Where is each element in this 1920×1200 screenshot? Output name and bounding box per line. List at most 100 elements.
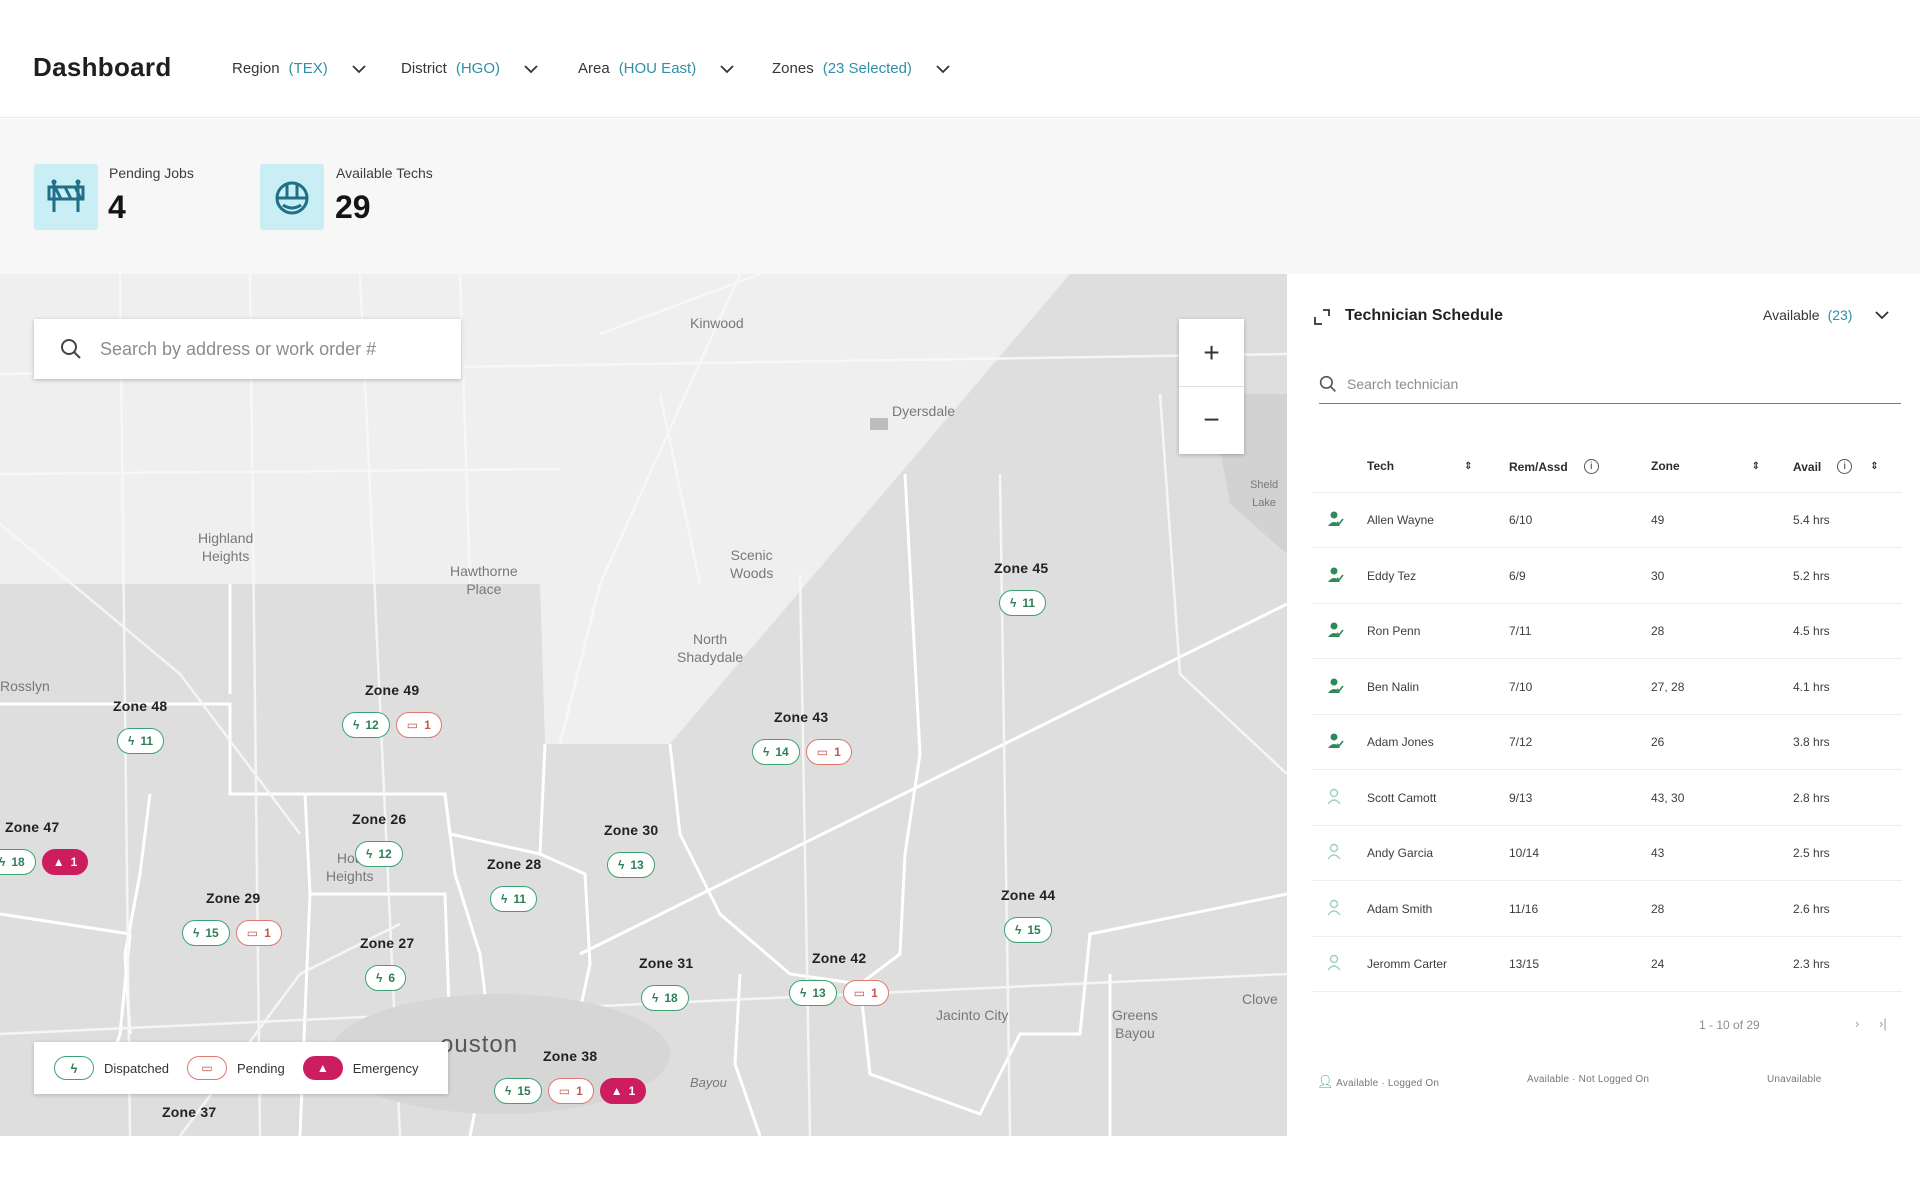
emergency-badge[interactable]: ▲ 1	[599, 1078, 647, 1104]
table-row[interactable]: Scott Camott 9/13 43, 30 2.8 hrs	[1312, 771, 1902, 826]
calendar-icon: ▭	[853, 986, 866, 1000]
person-check-icon	[1328, 622, 1344, 637]
warning-icon: ▲	[52, 855, 65, 869]
table-row[interactable]: Adam Smith 11/16 28 2.6 hrs	[1312, 882, 1902, 937]
dispatched-badge[interactable]: ϟ 11	[999, 590, 1047, 616]
zone-29-badges[interactable]: ϟ 15 ▭ 1	[182, 920, 282, 946]
column-zone[interactable]: Zone ⇕	[1651, 459, 1760, 473]
tech-avail: 5.4 hrs	[1793, 513, 1830, 527]
zoom-in-button[interactable]: +	[1179, 319, 1244, 386]
pending-badge[interactable]: ▭ 1	[235, 920, 282, 946]
legend-pending: ▭ Pending	[187, 1056, 285, 1080]
zone-45-label: Zone 45	[994, 560, 1049, 576]
emergency-badge[interactable]: ▲ 1	[41, 849, 89, 875]
zones-filter[interactable]: Zones (23 Selected)	[772, 60, 951, 77]
zone-30-badges[interactable]: ϟ 13	[607, 852, 655, 878]
tech-avail: 2.5 hrs	[1793, 846, 1830, 860]
zone-31-badges[interactable]: ϟ 18	[641, 985, 689, 1011]
column-avail[interactable]: Avail i ⇕	[1793, 459, 1879, 474]
table-row[interactable]: Eddy Tez 6/9 30 5.2 hrs	[1312, 549, 1902, 604]
region-filter-label: Region	[232, 60, 280, 77]
table-row[interactable]: Jeromm Carter 13/15 24 2.3 hrs	[1312, 937, 1902, 992]
dispatched-badge[interactable]: ϟ 13	[607, 852, 655, 878]
tech-zone: 30	[1651, 568, 1665, 583]
dispatched-badge[interactable]: ϟ 18	[0, 849, 36, 875]
dispatched-badge[interactable]: ϟ 15	[494, 1078, 542, 1104]
zone-map[interactable]: Kinwood Dyersdale Highland Heights Hawth…	[0, 274, 1287, 1136]
table-row[interactable]: Ben Nalin 7/10 27, 28 4.1 hrs	[1312, 660, 1902, 715]
tech-zone: 43, 30	[1651, 790, 1685, 805]
zone-43-badges[interactable]: ϟ 14 ▭ 1	[752, 739, 852, 765]
availability-filter[interactable]: Available (23)	[1763, 307, 1890, 323]
tech-name: Scott Camott	[1367, 790, 1437, 805]
bottom-strip	[0, 1136, 1920, 1200]
bolt-icon: ϟ	[800, 986, 807, 1000]
dispatched-badge[interactable]: ϟ 13	[789, 980, 837, 1006]
column-tech[interactable]: Tech ⇕	[1367, 459, 1473, 473]
zone-45-badges[interactable]: ϟ 11	[999, 590, 1047, 616]
dispatched-badge[interactable]: ϟ 14	[752, 739, 800, 765]
technician-schedule-panel: Technician Schedule Available (23) Tech …	[1287, 274, 1920, 1136]
place-cloverleaf: Clove	[1242, 991, 1278, 1007]
technician-search[interactable]	[1319, 364, 1901, 404]
bolt-icon: ϟ	[763, 745, 770, 759]
legend-emergency: ▲ Emergency	[302, 1056, 419, 1080]
top-header: Dashboard Region (TEX) District (HGO) Ar…	[0, 0, 1920, 118]
zone-44-badges[interactable]: ϟ 15	[1004, 917, 1052, 943]
dispatched-badge[interactable]: ϟ 11	[490, 886, 538, 912]
tech-zone: 26	[1651, 735, 1665, 749]
expand-icon[interactable]	[1313, 308, 1331, 326]
column-rem-assd[interactable]: Rem/Assd i	[1509, 459, 1599, 474]
place-bayou: Bayou	[690, 1075, 727, 1090]
table-row[interactable]: Andy Garcia 10/14 43 2.5 hrs	[1312, 826, 1902, 881]
zone-49-badges[interactable]: ϟ 12 ▭ 1	[342, 712, 442, 738]
dispatched-badge[interactable]: ϟ 12	[342, 712, 390, 738]
zoom-controls: + −	[1179, 319, 1244, 454]
zone-38-badges[interactable]: ϟ 15 ▭ 1 ▲ 1	[494, 1078, 647, 1104]
tech-avail: 2.8 hrs	[1793, 790, 1830, 805]
zone-28-badges[interactable]: ϟ 11	[490, 886, 538, 912]
technician-search-input[interactable]	[1347, 375, 1867, 392]
person-check-icon: 👤︎	[1317, 1074, 1334, 1089]
area-filter[interactable]: Area (HOU East)	[578, 60, 735, 77]
chevron-down-icon	[352, 64, 366, 73]
dispatched-badge[interactable]: ϟ 12	[355, 841, 403, 867]
dispatched-badge[interactable]: ϟ 15	[1004, 917, 1052, 943]
map-search[interactable]	[34, 319, 461, 379]
pending-badge[interactable]: ▭ 1	[395, 712, 442, 738]
zone-42-badges[interactable]: ϟ 13 ▭ 1	[789, 980, 889, 1006]
zone-27-badges[interactable]: ϟ6	[365, 965, 407, 991]
tech-zone: 28	[1651, 624, 1665, 638]
warning-icon: ▲	[610, 1084, 623, 1098]
person-outline-icon	[1327, 954, 1341, 971]
map-legend: ϟ Dispatched ▭ Pending ▲ Emergency	[34, 1042, 448, 1094]
zone-48-badges[interactable]: ϟ 11	[117, 728, 165, 754]
region-filter[interactable]: Region (TEX)	[232, 60, 367, 77]
next-page-button[interactable]: ›	[1855, 1016, 1859, 1031]
tech-avail: 4.5 hrs	[1793, 624, 1830, 638]
district-filter[interactable]: District (HGO)	[401, 60, 539, 77]
table-row[interactable]: Adam Jones 7/12 26 3.8 hrs	[1312, 715, 1902, 770]
dispatched-badge[interactable]: ϟ6	[365, 965, 407, 991]
zoom-out-button[interactable]: −	[1179, 386, 1244, 453]
zone-47-badges[interactable]: ϟ 18 ▲ 1	[0, 849, 89, 875]
map-search-input[interactable]	[100, 338, 430, 360]
place-jacinto-city: Jacinto City	[936, 1007, 1009, 1023]
table-row[interactable]: Allen Wayne 6/10 49 5.4 hrs	[1312, 493, 1902, 548]
tech-name: Jeromm Carter	[1367, 957, 1448, 971]
place-scenic-woods: Scenic Woods	[730, 547, 774, 581]
zone-26-badges[interactable]: ϟ 12	[355, 841, 403, 867]
pending-badge[interactable]: ▭ 1	[842, 980, 889, 1006]
dispatched-badge[interactable]: ϟ 15	[182, 920, 230, 946]
last-page-button[interactable]: ›|	[1879, 1016, 1887, 1031]
bolt-icon: ϟ	[501, 892, 508, 906]
table-row[interactable]: Ron Penn 7/11 28 4.5 hrs	[1312, 604, 1902, 659]
calendar-icon: ▭	[187, 1056, 228, 1080]
bolt-icon: ϟ	[652, 991, 659, 1005]
pending-badge[interactable]: ▭ 1	[805, 739, 852, 765]
dispatched-badge[interactable]: ϟ 11	[117, 728, 165, 754]
dispatched-badge[interactable]: ϟ 18	[641, 985, 689, 1011]
person-outline-icon	[1327, 899, 1341, 915]
area-filter-value: (HOU East)	[618, 60, 697, 77]
pending-badge[interactable]: ▭ 1	[547, 1078, 594, 1104]
